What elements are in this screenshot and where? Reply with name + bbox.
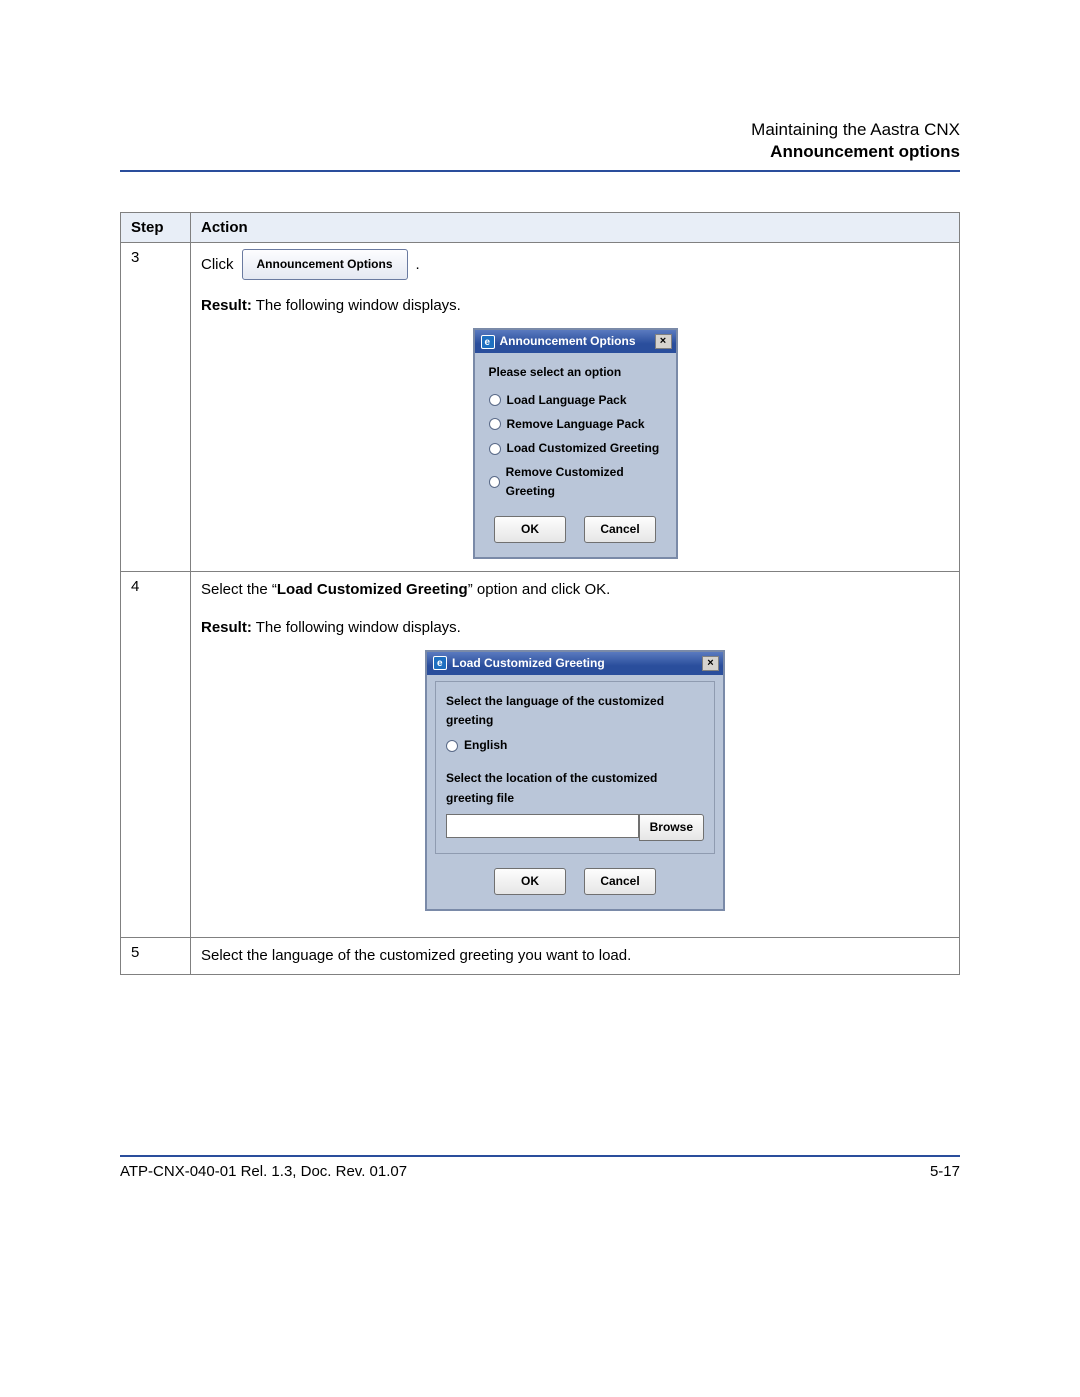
radio-option[interactable]: Load Language Pack <box>489 391 662 410</box>
col-header-step: Step <box>121 213 191 243</box>
close-icon[interactable]: × <box>702 656 719 671</box>
radio-option[interactable]: Remove Customized Greeting <box>489 463 662 501</box>
step5-text: Select the language of the customized gr… <box>201 947 631 964</box>
section-title: Announcement options <box>120 142 960 162</box>
dialog-prompt: Please select an option <box>489 363 662 382</box>
click-label: Click <box>201 253 234 277</box>
load-customized-greeting-dialog: Load Customized Greeting × Select the la… <box>425 650 725 912</box>
footer-doc-id: ATP-CNX-040-01 Rel. 1.3, Doc. Rev. 01.07 <box>120 1163 407 1180</box>
result-text: The following window displays. <box>252 619 461 636</box>
table-row: 3 Click Announcement Options . Result: T… <box>121 243 960 572</box>
announcement-options-dialog: Announcement Options × Please select an … <box>473 328 678 559</box>
result-text: The following window displays. <box>252 297 461 314</box>
radio-icon <box>489 476 500 488</box>
dialog-panel: Select the language of the customized gr… <box>435 681 715 854</box>
announcement-options-button[interactable]: Announcement Options <box>242 249 408 280</box>
radio-icon <box>489 394 501 406</box>
footer-page-number: 5-17 <box>930 1163 960 1180</box>
radio-option[interactable]: Load Customized Greeting <box>489 439 662 458</box>
ok-button[interactable]: OK <box>494 868 566 895</box>
step-number: 3 <box>121 243 191 572</box>
header-rule <box>120 170 960 172</box>
footer-rule <box>120 1155 960 1157</box>
dialog-titlebar: Load Customized Greeting × <box>427 652 723 675</box>
app-icon <box>433 656 447 670</box>
radio-label: Remove Language Pack <box>507 415 645 434</box>
radio-label: Remove Customized Greeting <box>506 463 662 501</box>
cancel-button[interactable]: Cancel <box>584 868 656 895</box>
app-icon <box>481 335 495 349</box>
period: . <box>416 253 420 277</box>
cancel-button[interactable]: Cancel <box>584 516 656 543</box>
dialog-title: Load Customized Greeting <box>452 654 605 673</box>
language-section-label: Select the language of the customized gr… <box>446 692 704 730</box>
radio-icon <box>489 418 501 430</box>
col-header-action: Action <box>191 213 960 243</box>
step4-bold: Load Customized Greeting <box>277 581 468 598</box>
radio-label: Load Language Pack <box>507 391 627 410</box>
file-path-input[interactable] <box>446 814 639 838</box>
step-number: 5 <box>121 938 191 975</box>
dialog-title: Announcement Options <box>500 332 636 351</box>
radio-icon <box>446 740 458 752</box>
table-row: 5 Select the language of the customized … <box>121 938 960 975</box>
radio-label: English <box>464 736 507 755</box>
radio-label: Load Customized Greeting <box>507 439 660 458</box>
radio-icon <box>489 443 501 455</box>
radio-option[interactable]: English <box>446 736 704 755</box>
radio-option[interactable]: Remove Language Pack <box>489 415 662 434</box>
ok-button[interactable]: OK <box>494 516 566 543</box>
result-label: Result: <box>201 297 252 314</box>
chapter-title: Maintaining the Aastra CNX <box>120 120 960 140</box>
step-number: 4 <box>121 571 191 938</box>
file-section-label: Select the location of the customized gr… <box>446 769 704 807</box>
browse-button[interactable]: Browse <box>639 814 704 841</box>
result-label: Result: <box>201 619 252 636</box>
step4-pre: Select the “ <box>201 581 277 598</box>
dialog-titlebar: Announcement Options × <box>475 330 676 353</box>
close-icon[interactable]: × <box>655 334 672 349</box>
step4-post: ” option and click OK. <box>468 581 611 598</box>
steps-table: Step Action 3 Click Announcement Options… <box>120 212 960 975</box>
table-row: 4 Select the “Load Customized Greeting” … <box>121 571 960 938</box>
